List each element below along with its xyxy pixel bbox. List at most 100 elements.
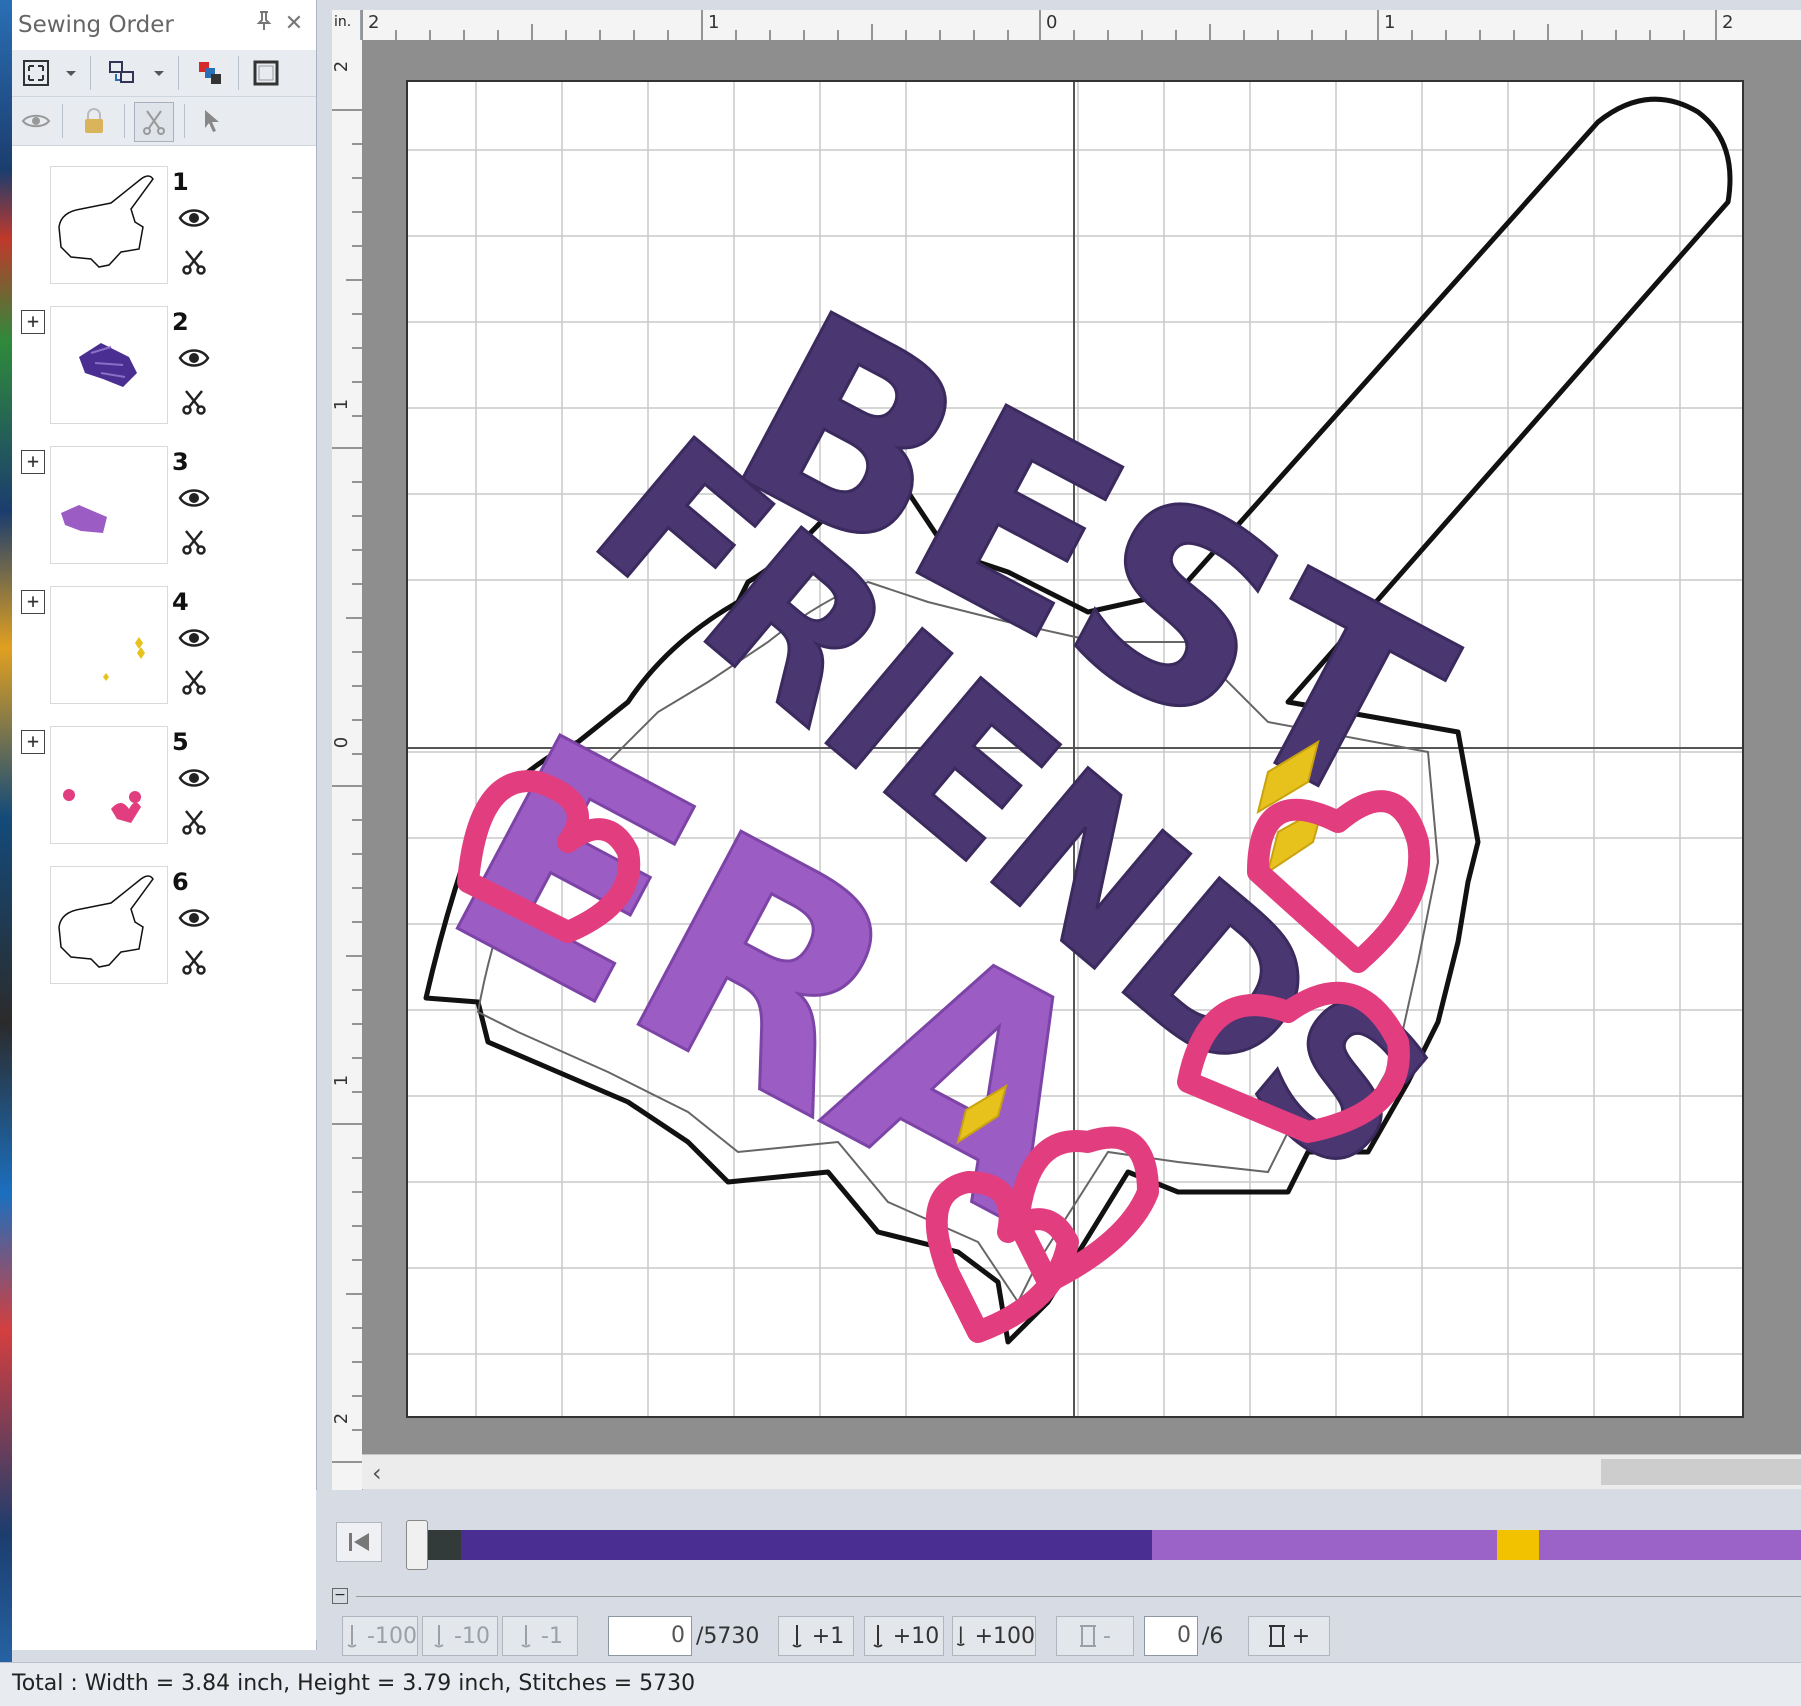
item-thumbnail xyxy=(50,166,168,284)
panel-header: Sewing Order ✕ xyxy=(12,0,316,51)
toolbar-divider xyxy=(124,104,125,138)
button-label: -10 xyxy=(454,1623,490,1649)
frame-button[interactable] xyxy=(248,55,284,91)
stitch-plus-100-button[interactable]: +100 xyxy=(952,1616,1036,1656)
sewing-item[interactable]: + 2 xyxy=(12,306,316,446)
cut-button[interactable] xyxy=(134,102,174,142)
ruler-tick-label: 0 xyxy=(331,736,353,749)
stitch-minus-100-button[interactable]: -100 xyxy=(342,1616,418,1656)
stitch-simulator: − -100 -10 -1 0 /5730 +1 +10 +100 - 0 /6… xyxy=(316,1490,1801,1656)
button-label: +1 xyxy=(811,1623,845,1649)
item-thumbnail xyxy=(50,306,168,424)
scissors-icon[interactable] xyxy=(180,948,208,976)
close-panel-button[interactable]: ✕ xyxy=(280,10,308,38)
group-order-icon xyxy=(109,61,134,83)
eye-icon[interactable] xyxy=(178,626,210,650)
sewing-item[interactable]: 1 xyxy=(12,166,316,306)
panel-toolbar-top xyxy=(12,50,316,97)
collapse-toggle[interactable]: − xyxy=(332,1588,348,1604)
go-to-start-button[interactable] xyxy=(336,1522,382,1562)
ruler-horizontal: 2 1 0 1 2 xyxy=(332,10,1801,41)
item-number: 4 xyxy=(172,588,189,616)
scissors-icon[interactable] xyxy=(180,668,208,696)
stitch-minus-10-button[interactable]: -10 xyxy=(422,1616,498,1656)
progress-color-segment xyxy=(1151,1530,1498,1560)
ruler-unit: in. xyxy=(332,10,361,40)
toolbar-divider xyxy=(90,56,91,90)
lock-icon xyxy=(85,108,103,133)
stitch-plus-1-button[interactable]: +1 xyxy=(778,1616,854,1656)
embroidery-hoop[interactable]: BEST FRIENDS ERA xyxy=(406,80,1744,1418)
color-plus-button[interactable]: + xyxy=(1248,1616,1330,1656)
eye-icon[interactable] xyxy=(178,346,210,370)
progress-slider-thumb[interactable] xyxy=(406,1520,428,1570)
zoom-fit-button[interactable] xyxy=(18,55,54,91)
stitch-number-field[interactable]: 0 xyxy=(608,1616,692,1656)
panel-title: Sewing Order xyxy=(18,12,174,38)
ruler-tick-label: 2 xyxy=(331,1412,353,1425)
color-minus-button[interactable]: - xyxy=(1056,1616,1134,1656)
ruler-tick-label: 1 xyxy=(331,1074,353,1087)
needle-icon xyxy=(792,1625,802,1648)
visibility-toggle-button[interactable] xyxy=(18,103,54,139)
item-thumbnail xyxy=(50,446,168,564)
eye-icon[interactable] xyxy=(178,486,210,510)
button-label: -1 xyxy=(541,1623,563,1649)
ruler-tick-label: 2 xyxy=(331,60,353,73)
button-label: +10 xyxy=(892,1623,940,1649)
scroll-left-icon[interactable]: ‹ xyxy=(372,1459,382,1487)
cursor-arrow-icon xyxy=(205,110,219,132)
status-bar: Total : Width = 3.84 inch, Height = 3.79… xyxy=(0,1662,1801,1706)
horizontal-scrollbar[interactable]: ‹ xyxy=(362,1454,1801,1489)
color-sort-button[interactable] xyxy=(192,55,228,91)
scissors-icon[interactable] xyxy=(180,808,208,836)
spool-icon xyxy=(1080,1625,1097,1647)
stitch-total: /5730 xyxy=(696,1624,760,1649)
toolbar-divider xyxy=(184,104,185,138)
eye-icon[interactable] xyxy=(178,206,210,230)
item-number: 5 xyxy=(172,728,189,756)
spool-icon xyxy=(1268,1625,1285,1647)
expand-toggle[interactable]: + xyxy=(21,450,45,474)
skip-to-start-icon xyxy=(349,1533,369,1551)
ruler-tick-label: 1 xyxy=(331,398,353,411)
expand-toggle[interactable]: + xyxy=(21,310,45,334)
item-thumbnail xyxy=(50,726,168,844)
frame-icon xyxy=(253,60,279,86)
select-button[interactable] xyxy=(194,103,230,139)
ruler-tick-label: 2 xyxy=(368,12,380,33)
button-label: + xyxy=(1291,1623,1311,1649)
eye-icon[interactable] xyxy=(178,766,210,790)
hoop-grid: BEST FRIENDS ERA xyxy=(408,82,1742,1416)
eye-icon xyxy=(21,114,51,128)
expand-toggle[interactable]: + xyxy=(21,730,45,754)
scrollbar-thumb[interactable] xyxy=(1601,1459,1801,1485)
desktop-background-strip xyxy=(0,0,12,1705)
sewing-item[interactable]: + 3 xyxy=(12,446,316,586)
stitch-minus-1-button[interactable]: -1 xyxy=(502,1616,578,1656)
group-order-button[interactable] xyxy=(104,55,140,91)
sewing-item[interactable]: + 5 xyxy=(12,726,316,866)
pin-icon[interactable] xyxy=(250,10,278,38)
scissors-icon[interactable] xyxy=(180,388,208,416)
sewing-item[interactable]: 6 xyxy=(12,866,316,1006)
expand-toggle[interactable]: + xyxy=(21,590,45,614)
scissors-icon xyxy=(143,110,165,135)
chevron-down-icon[interactable] xyxy=(152,66,166,80)
divider xyxy=(356,1596,1801,1597)
sewing-item[interactable]: + 4 xyxy=(12,586,316,726)
stitch-plus-10-button[interactable]: +10 xyxy=(864,1616,944,1656)
progress-color-segment xyxy=(461,1530,1152,1560)
lock-button[interactable] xyxy=(76,103,112,139)
needle-icon xyxy=(521,1625,531,1648)
color-sort-icon xyxy=(199,62,221,84)
color-number-field[interactable]: 0 xyxy=(1144,1616,1198,1656)
chevron-down-icon[interactable] xyxy=(64,66,78,80)
status-text: Total : Width = 3.84 inch, Height = 3.79… xyxy=(12,1671,696,1696)
scissors-icon[interactable] xyxy=(180,248,208,276)
eye-icon[interactable] xyxy=(178,906,210,930)
item-number: 3 xyxy=(172,448,189,476)
ruler-tick-label: 0 xyxy=(1046,12,1058,33)
scissors-icon[interactable] xyxy=(180,528,208,556)
stitch-progress-track[interactable] xyxy=(420,1530,1801,1560)
